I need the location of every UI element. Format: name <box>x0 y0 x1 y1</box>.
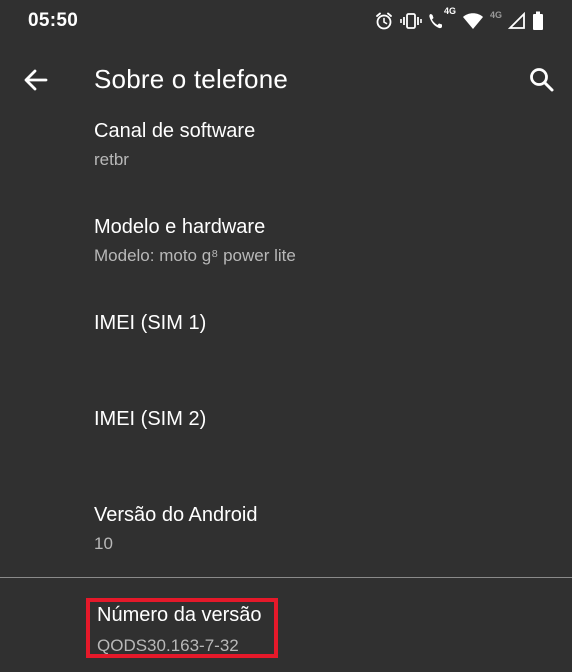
list-item-model-hardware[interactable]: Modelo e hardware Modelo: moto g⁸ power … <box>0 196 572 292</box>
item-title: Modelo e hardware <box>94 216 266 238</box>
status-bar: 05:50 4G 4G <box>0 0 572 44</box>
highlight-box <box>86 598 278 658</box>
search-button[interactable] <box>526 64 558 96</box>
item-title: Versão do Android <box>94 504 258 526</box>
signal-icon <box>508 12 526 30</box>
page-title: Sobre o telefone <box>94 64 289 94</box>
item-summary: Modelo: moto g⁸ power lite <box>94 246 296 265</box>
status-icons: 4G 4G <box>374 6 544 34</box>
network-type-label: 4G <box>443 6 456 16</box>
battery-icon <box>532 11 544 31</box>
item-title: IMEI (SIM 1) <box>94 312 207 334</box>
wifi-calling-icon: 4G <box>428 6 456 30</box>
network-type-label-2: 4G <box>489 10 502 20</box>
arrow-back-icon <box>20 69 52 100</box>
item-summary: retbr <box>94 150 129 169</box>
item-summary: 10 <box>94 534 113 553</box>
vibrate-icon <box>400 11 422 31</box>
search-icon <box>526 68 558 100</box>
item-title: IMEI (SIM 2) <box>94 408 207 430</box>
back-button[interactable] <box>20 64 52 96</box>
list-item-android-version[interactable]: Versão do Android 10 <box>0 484 572 580</box>
app-bar: Sobre o telefone <box>0 44 572 116</box>
list-item-imei-sim2[interactable]: IMEI (SIM 2) <box>0 388 572 484</box>
divider <box>0 577 572 578</box>
status-time: 05:50 <box>28 10 79 31</box>
item-title: Canal de software <box>94 120 256 142</box>
wifi-icon <box>462 11 484 31</box>
list-item-software-channel[interactable]: Canal de software retbr <box>0 116 572 196</box>
alarm-icon <box>374 11 394 31</box>
list-item-imei-sim1[interactable]: IMEI (SIM 1) <box>0 292 572 388</box>
